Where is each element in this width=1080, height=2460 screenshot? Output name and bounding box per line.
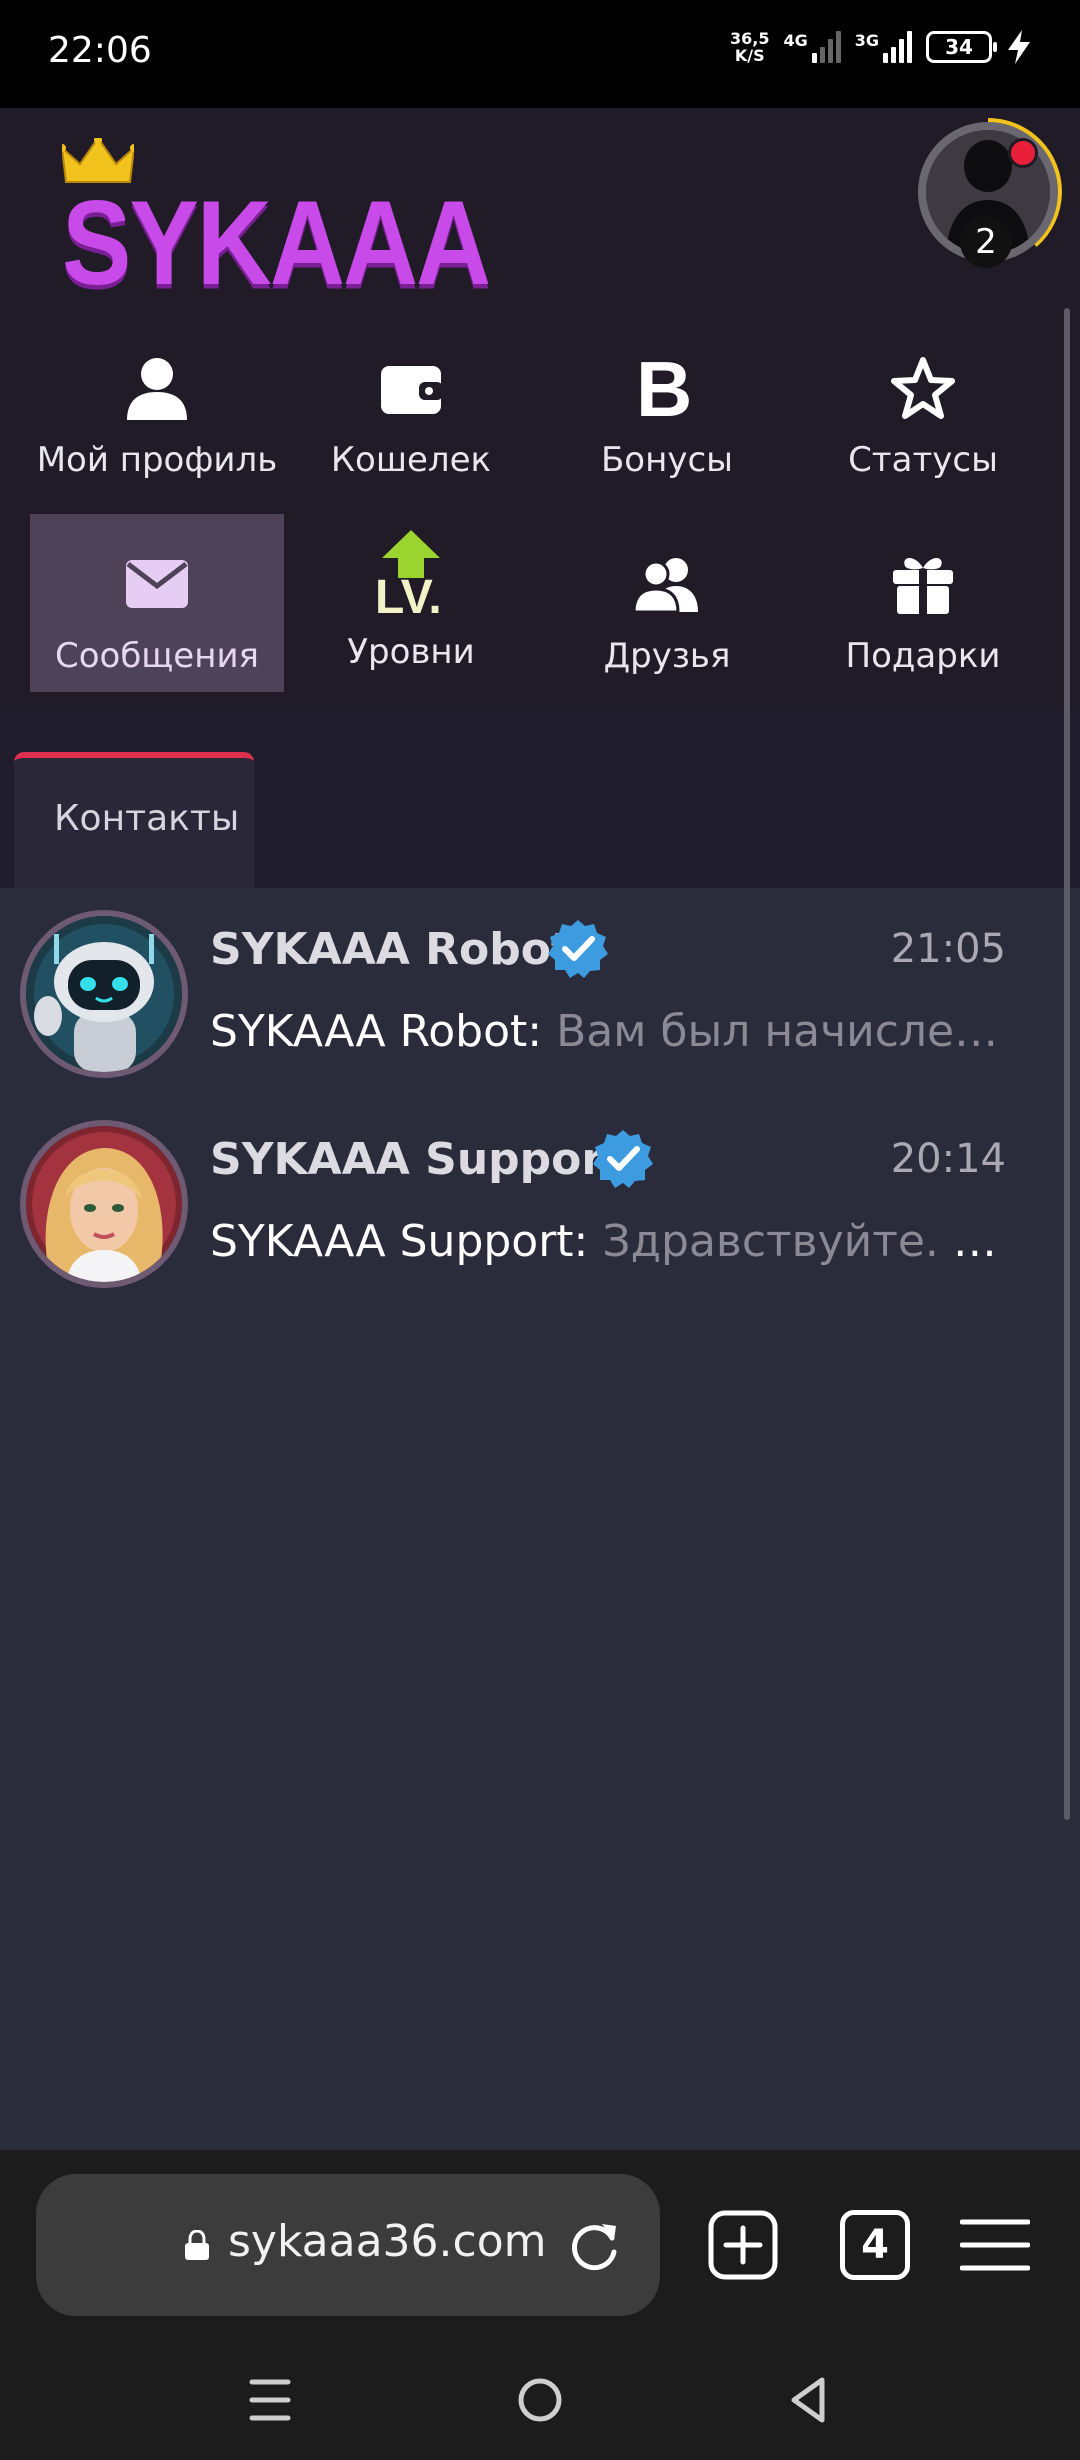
account-menu: Мой профиль Кошелек B Бонусы Статусы Соо… (0, 318, 1080, 708)
contact-time: 21:05 (890, 926, 1006, 972)
menu-item-label: Сообщения (54, 636, 260, 676)
preview-sender: SYKAAA Robot: (210, 1006, 543, 1057)
friends-icon (634, 558, 698, 612)
menu-item-messages[interactable]: Сообщения (30, 514, 284, 692)
contact-item-support[interactable]: SYKAAA Support 20:14 SYKAAA Support: Здр… (0, 1098, 1080, 1308)
logo-text: SYKAAA (62, 177, 491, 311)
contact-item-robot[interactable]: SYKAAA Robot 21:05 SYKAAA Robot: Вам был… (0, 888, 1080, 1098)
tabs-count-button[interactable]: 4 (840, 2210, 910, 2280)
avatar-level-badge: 2 (960, 216, 1012, 268)
verified-badge-icon (593, 1130, 653, 1188)
menu-item-label: Друзья (603, 636, 731, 676)
address-bar[interactable]: sykaaa36.com (36, 2174, 660, 2316)
status-icons: 36,5 K/S 4G 3G 34 (730, 30, 1032, 64)
contact-time: 20:14 (890, 1136, 1006, 1182)
signal-bars-icon (811, 31, 841, 63)
site-logo[interactable]: SYKAAA (62, 138, 491, 311)
sim2-signal: 3G (855, 31, 912, 63)
preview-text: Здравствуйте. Е… (602, 1216, 1010, 1267)
tab-contacts[interactable]: Контакты (14, 752, 254, 888)
menu-item-gifts[interactable]: Подарки (796, 514, 1050, 692)
contact-message-preview: SYKAAA Robot: Вам был начисле… (210, 1006, 1010, 1057)
menu-item-bonuses[interactable]: B Бонусы (540, 318, 794, 496)
browser-toolbar: sykaaa36.com 4 (0, 2150, 1080, 2336)
reload-icon[interactable] (566, 2216, 624, 2274)
menu-item-profile[interactable]: Мой профиль (30, 318, 284, 496)
recent-apps-icon[interactable] (240, 2370, 300, 2430)
menu-item-label: Бонусы (600, 440, 733, 480)
gift-icon (893, 558, 953, 614)
menu-item-levels[interactable]: LV. Уровни (284, 514, 538, 692)
contact-avatar (20, 910, 188, 1078)
support-avatar-icon (26, 1126, 182, 1282)
contact-message-preview: SYKAAA Support: Здравствуйте. Е… (210, 1216, 1010, 1267)
lock-icon (185, 2230, 209, 2260)
sim1-signal: 4G (783, 31, 841, 63)
charging-bolt-icon (1008, 30, 1030, 64)
menu-item-label: Подарки (845, 636, 1001, 676)
messages-tabs: Контакты (0, 708, 1080, 888)
verified-badge-icon (548, 920, 608, 978)
page-scrollbar[interactable] (1064, 308, 1070, 1820)
contact-name: SYKAAA Support (210, 1134, 625, 1185)
level-up-icon: LV. (371, 530, 451, 626)
menu-item-statuses[interactable]: Статусы (796, 318, 1050, 496)
contact-list: SYKAAA Robot 21:05 SYKAAA Robot: Вам был… (0, 888, 1080, 2150)
wallet-icon (381, 366, 443, 414)
star-icon (891, 357, 955, 419)
sim1-network-label: 4G (783, 31, 808, 50)
envelope-icon (126, 560, 188, 608)
menu-item-label: Мой профиль (36, 440, 278, 480)
preview-text: Вам был начисле… (556, 1006, 999, 1057)
menu-item-friends[interactable]: Друзья (540, 514, 794, 692)
app-header: SYKAAA 2 (0, 108, 1080, 318)
user-icon (127, 358, 187, 420)
sim2-network-label: 3G (854, 31, 879, 50)
system-nav-bar (0, 2336, 1080, 2460)
status-time: 22:06 (48, 30, 152, 71)
menu-item-label: Статусы (848, 440, 998, 480)
new-tab-icon[interactable] (708, 2210, 778, 2280)
menu-item-wallet[interactable]: Кошелек (284, 318, 538, 496)
signal-bars-icon (883, 31, 912, 63)
home-icon[interactable] (510, 2370, 570, 2430)
bonus-b-icon: B (636, 356, 692, 420)
svg-text:B: B (636, 356, 692, 420)
tab-contacts-label: Контакты (54, 798, 240, 839)
menu-item-label: Кошелек (330, 440, 492, 480)
preview-sender: SYKAAA Support: (210, 1216, 589, 1267)
status-bar: 22:06 36,5 K/S 4G 3G 34 (0, 0, 1080, 108)
network-speed-unit: K/S (734, 46, 765, 65)
url-text: sykaaa36.com (228, 2216, 547, 2267)
browser-menu-icon[interactable] (960, 2210, 1030, 2280)
contact-name: SYKAAA Robot (210, 924, 572, 975)
network-speed-value: 36,5 (729, 29, 770, 48)
back-icon[interactable] (780, 2370, 840, 2430)
network-speed: 36,5 K/S (730, 30, 769, 64)
notification-dot (1008, 138, 1038, 168)
contact-avatar (20, 1120, 188, 1288)
menu-item-label: Уровни (347, 632, 475, 672)
level-up-icon-text: LV. (375, 571, 442, 624)
robot-avatar-icon (26, 916, 182, 1072)
battery-icon: 34 (926, 31, 997, 63)
